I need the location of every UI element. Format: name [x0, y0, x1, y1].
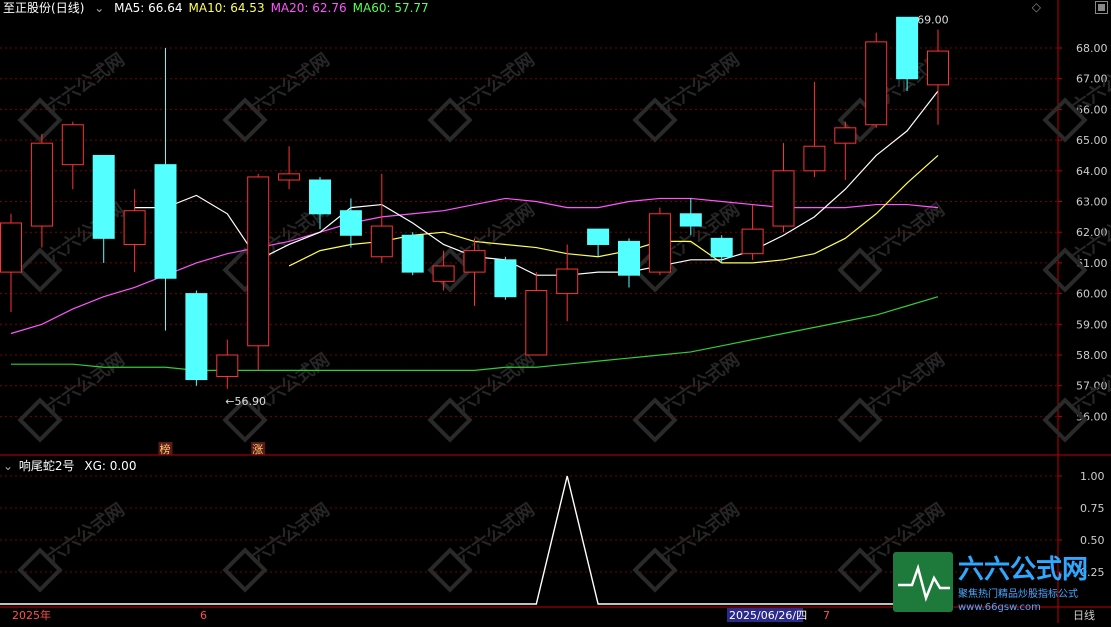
- candle-body: [370, 225, 393, 258]
- watermark-text: 六六公式网: [657, 498, 743, 568]
- ma-legend-item: MA10: 64.53: [188, 1, 265, 15]
- candle-body: [123, 210, 146, 245]
- price-annotation: ←56.90: [225, 395, 266, 408]
- y-tick-label: 0.75: [1080, 502, 1105, 515]
- maximize-icon[interactable]: [1095, 1, 1108, 14]
- y-tick-label: 63.00: [1076, 196, 1108, 209]
- dropdown-icon[interactable]: ⌄: [3, 459, 13, 473]
- y-tick-label: 0.50: [1080, 534, 1105, 547]
- watermark-logo: 六六公式网聚焦热门精品炒股指标公式 www.66gsw.com: [893, 552, 1088, 613]
- chart-window[interactable]: 56.00 57.00 58.00 59.00 60.00 61.00 62.00 63.00…: [0, 0, 1111, 623]
- ma-legend-item: MA5: 66.64: [114, 1, 183, 15]
- candle-body: [61, 124, 84, 166]
- price-annotation: 69.00: [917, 13, 949, 26]
- ma-legend-item: MA20: 62.76: [270, 1, 347, 15]
- footer-month: 6: [200, 609, 207, 622]
- ma-legend-item: MA60: 57.77: [352, 1, 429, 15]
- y-tick-label: 64.00: [1076, 165, 1108, 178]
- date-cursor: 2025/06/26/四: [729, 609, 807, 622]
- candle-body: [648, 213, 671, 273]
- watermark-text: 六六公式网: [42, 348, 128, 418]
- ma60-line: [11, 296, 939, 371]
- candle-body: [556, 268, 579, 295]
- candle-body: [278, 173, 301, 181]
- candle-body: [679, 213, 702, 227]
- ma-legend: MA5: 66.64 MA10: 64.53 MA20: 62.76 MA60: 57…: [114, 1, 435, 15]
- candle-body: [927, 50, 949, 86]
- candle-body: [896, 16, 919, 80]
- watermark-text: 六六公式网: [862, 198, 948, 268]
- candle-body: [618, 240, 640, 276]
- y-tick-label: 60.00: [1076, 288, 1108, 301]
- indicator-name: 响尾蛇2号: [18, 459, 75, 473]
- logo-slogan: 聚焦热门精品炒股指标公式: [958, 587, 1078, 600]
- candle-body: [30, 142, 53, 227]
- candle-body: [463, 250, 486, 273]
- marker-label: 涨: [252, 443, 263, 456]
- diamond-icon[interactable]: ◇: [1032, 0, 1041, 14]
- y-tick-label: 68.00: [1076, 42, 1108, 55]
- marker-label: 榜: [160, 442, 171, 456]
- footer-month: 7: [823, 609, 830, 622]
- candle-body: [92, 154, 115, 239]
- candle-body: [216, 354, 239, 377]
- watermark-text: 六六公式网: [862, 348, 948, 418]
- stock-name: 至正股份: [3, 1, 52, 15]
- candle-body: [432, 265, 455, 282]
- candle-body: [185, 293, 208, 381]
- candle-body: [865, 41, 888, 126]
- y-tick-label: 65.00: [1076, 134, 1108, 147]
- watermark-text: 六六公式网: [42, 198, 128, 268]
- candle-body: [154, 164, 177, 279]
- logo-name: 六六公式网: [958, 555, 1088, 585]
- candle-body: [587, 228, 610, 245]
- watermark-text: 六六公式网: [452, 348, 538, 418]
- y-tick-label: 58.00: [1076, 349, 1108, 362]
- watermark-text: 六六公式网: [42, 48, 128, 118]
- main-header: 至正股份(日线) ⌄ MA5: 66.64 MA10: 64.53 MA20: 62…: [3, 0, 441, 16]
- period-label: (日线): [51, 1, 85, 15]
- watermark-text: 六六公式网: [657, 348, 743, 418]
- y-tick-label: 1.00: [1080, 470, 1105, 483]
- candle-body: [247, 176, 270, 347]
- watermark-text: 六六公式网: [657, 48, 743, 118]
- chart-canvas[interactable]: 56.0057.0058.0059.0060.0061.0062.0063.00…: [0, 0, 1111, 623]
- indicator-value: XG: 0.00: [84, 459, 137, 473]
- candle-body: [339, 210, 362, 236]
- period-tab[interactable]: 日线: [1073, 608, 1095, 622]
- candle-body: [772, 170, 795, 227]
- logo-url: www.66gsw.com: [958, 602, 1041, 613]
- watermark-text: 六六公式网: [247, 48, 333, 118]
- candle-body: [401, 234, 424, 273]
- y-tick-label: 59.00: [1076, 318, 1108, 331]
- candle-body: [741, 228, 764, 255]
- watermark-text: 六六公式网: [452, 498, 538, 568]
- sub-header: ⌄ 响尾蛇2号 XG: 0.00: [3, 458, 142, 474]
- candle-body: [803, 145, 826, 172]
- candle-body: [525, 290, 548, 356]
- candle-body: [309, 179, 331, 215]
- candle-body: [494, 259, 517, 298]
- candle-body: [710, 237, 733, 258]
- candle-body: [0, 222, 22, 273]
- watermark-text: 六六公式网: [452, 48, 538, 118]
- watermark-text: 六六公式网: [247, 498, 333, 568]
- watermark-text: 六六公式网: [42, 498, 128, 568]
- dropdown-icon[interactable]: ⌄: [94, 1, 104, 15]
- footer-year: 2025年: [12, 608, 51, 622]
- candle-body: [834, 127, 857, 144]
